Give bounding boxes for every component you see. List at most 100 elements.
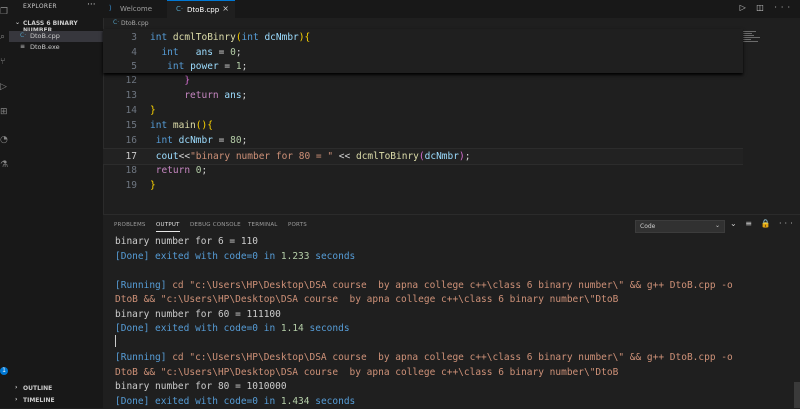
output-token: DtoB && "c:\Users\HP\Desktop\DSA course …	[115, 366, 619, 378]
remote-icon[interactable]: ◔	[0, 135, 9, 145]
folder-header[interactable]: ⌄ CLASS 6 BINARY NUMBER	[9, 19, 103, 34]
outline-section[interactable]: › OUTLINE	[9, 384, 103, 394]
code-token: int	[155, 135, 179, 146]
chevron-down-icon: ⌄	[714, 222, 720, 229]
tab-ports[interactable]: PORTS	[288, 222, 307, 228]
panel-actions[interactable]: ⌄ ≡ 🔒 ··· ⌃ ×	[730, 219, 800, 228]
file-item-dtob-cpp[interactable]: C· DtoB.cpp	[9, 31, 103, 42]
accounts-badge[interactable]: 1	[0, 367, 8, 375]
source-control-icon[interactable]: ⑂	[0, 57, 9, 67]
timeline-label: TIMELINE	[23, 397, 55, 404]
timeline-section[interactable]: › TIMELINE	[9, 396, 103, 406]
code-line[interactable]: 4 int ans = 0;	[103, 45, 743, 60]
output-line: [Running] cd "c:\Users\HP\Desktop\DSA co…	[115, 351, 733, 365]
tab-label: Welcome	[120, 5, 153, 13]
search-icon[interactable]: ⌕	[0, 32, 9, 42]
code-token: dcmlToBinry	[172, 32, 236, 43]
code-token: dcmlToBinry	[355, 151, 419, 162]
line-source: cout<<"binary number for 80 = " << dcmlT…	[150, 149, 471, 164]
code-token: main	[172, 120, 196, 131]
explorer-more-button[interactable]: ···	[87, 0, 96, 10]
chevron-down-icon: ⌄	[15, 19, 21, 26]
code-token: int	[241, 32, 265, 43]
code-token: {	[207, 120, 213, 131]
code-line[interactable]: 13 return ans;	[103, 88, 743, 103]
line-source: }	[150, 178, 156, 193]
cpp-file-icon: C·	[20, 32, 27, 39]
output-token: code=0	[223, 323, 258, 334]
file-item-dtob-exe[interactable]: ≡ DtoB.exe	[9, 42, 103, 53]
code-line[interactable]: 19}	[103, 178, 743, 193]
sticky-scroll[interactable]: 3 int dcmlToBinry(int dcNmbr){4 int ans =…	[103, 29, 743, 73]
activity-bar: ❐ ⌕ ⑂ ▷ ⊞ ◔ ⚗ 1	[0, 0, 9, 408]
tab-label: DtoB.cpp	[187, 6, 220, 14]
cpp-file-icon: C·	[113, 19, 120, 26]
code-token: 80	[230, 135, 242, 146]
cpp-file-icon: C·	[176, 5, 184, 13]
output-token: cd "c:\Users\HP\Desktop\DSA course by ap…	[172, 279, 733, 291]
output-channel-select[interactable]: Code ⌄	[635, 220, 725, 233]
code-token: "binary number for 80 = "	[190, 151, 334, 162]
code-line[interactable]: 14}	[103, 103, 743, 118]
output-token: DtoB && "c:\Users\HP\Desktop\DSA course …	[115, 294, 619, 305]
output-line: binary number for 80 = 1010000	[115, 380, 287, 394]
output-token: 1.434	[280, 395, 310, 407]
line-source: int ans = 0;	[150, 45, 242, 60]
code-token: dcNmbr	[424, 151, 459, 162]
code-line[interactable]: 15 int main(){	[103, 118, 743, 133]
text-cursor	[115, 335, 116, 347]
code-token: ;	[235, 46, 242, 58]
output-line: DtoB && "c:\Users\HP\Desktop\DSA course …	[115, 366, 618, 380]
code-line[interactable]: 16 int dcNmbr = 80;	[103, 133, 743, 148]
output-token: seconds	[303, 323, 350, 334]
output-scrollbar[interactable]	[794, 382, 800, 408]
line-number: 16	[125, 135, 137, 146]
code-line[interactable]: 12 }	[103, 73, 743, 88]
exe-file-icon: ≡	[20, 43, 26, 50]
extensions-icon[interactable]: ⊞	[0, 107, 9, 117]
code-line[interactable]: 5 int power = 1;	[103, 59, 743, 74]
code-token: }	[150, 180, 156, 191]
line-source: }	[150, 73, 190, 88]
tab-problems[interactable]: PROBLEMS	[114, 222, 146, 228]
output-token: [Done] exited with	[115, 250, 224, 262]
breadcrumb-file: DtoB.cpp	[121, 20, 149, 27]
output-token: in	[258, 250, 281, 262]
tab-welcome[interactable]: ⟩ Welcome	[103, 0, 167, 18]
line-source: return 0;	[150, 163, 208, 178]
close-icon[interactable]: ×	[222, 4, 229, 13]
output-line: [Done] exited with code=0 in 1.14 second…	[115, 322, 350, 336]
files-icon[interactable]: ❐	[0, 7, 9, 17]
code-line[interactable]: 18 return 0;	[103, 163, 743, 178]
line-number: 14	[125, 105, 137, 116]
output-token: [Running]	[115, 352, 173, 363]
editor-actions[interactable]: ▷ ◫ ···	[740, 3, 794, 12]
chevron-right-icon: ›	[15, 396, 18, 403]
run-debug-icon[interactable]: ▷	[0, 82, 9, 92]
output-token: seconds	[309, 250, 356, 262]
tab-output[interactable]: OUTPUT	[156, 222, 180, 232]
line-number: 3	[131, 32, 137, 43]
minimap[interactable]	[742, 31, 764, 49]
line-number: 4	[131, 46, 137, 58]
output-token: binary number for 80 = 1010000	[115, 381, 287, 392]
line-number: 5	[131, 61, 137, 72]
output-token: in	[258, 323, 281, 334]
tab-dtob-cpp[interactable]: C· DtoB.cpp ×	[167, 0, 235, 19]
explorer-title: EXPLORER	[23, 3, 57, 10]
output-token: 1.233	[280, 250, 310, 262]
code-token: return	[184, 90, 225, 101]
line-number: 17	[125, 151, 137, 162]
output-token: [Running]	[115, 279, 173, 291]
code-editor[interactable]: 3 int dcmlToBinry(int dcNmbr){4 int ans =…	[103, 29, 800, 214]
code-token: int	[167, 61, 191, 72]
code-line[interactable]: 3 int dcmlToBinry(int dcNmbr){	[103, 30, 743, 45]
tab-debug-console[interactable]: DEBUG CONSOLE	[190, 222, 241, 228]
line-source: int dcNmbr = 80;	[150, 133, 248, 148]
chevron-right-icon: ›	[15, 384, 18, 391]
output-token: [Done] exited with	[115, 323, 224, 334]
testing-icon[interactable]: ⚗	[0, 160, 9, 170]
tab-terminal[interactable]: TERMINAL	[248, 222, 278, 228]
